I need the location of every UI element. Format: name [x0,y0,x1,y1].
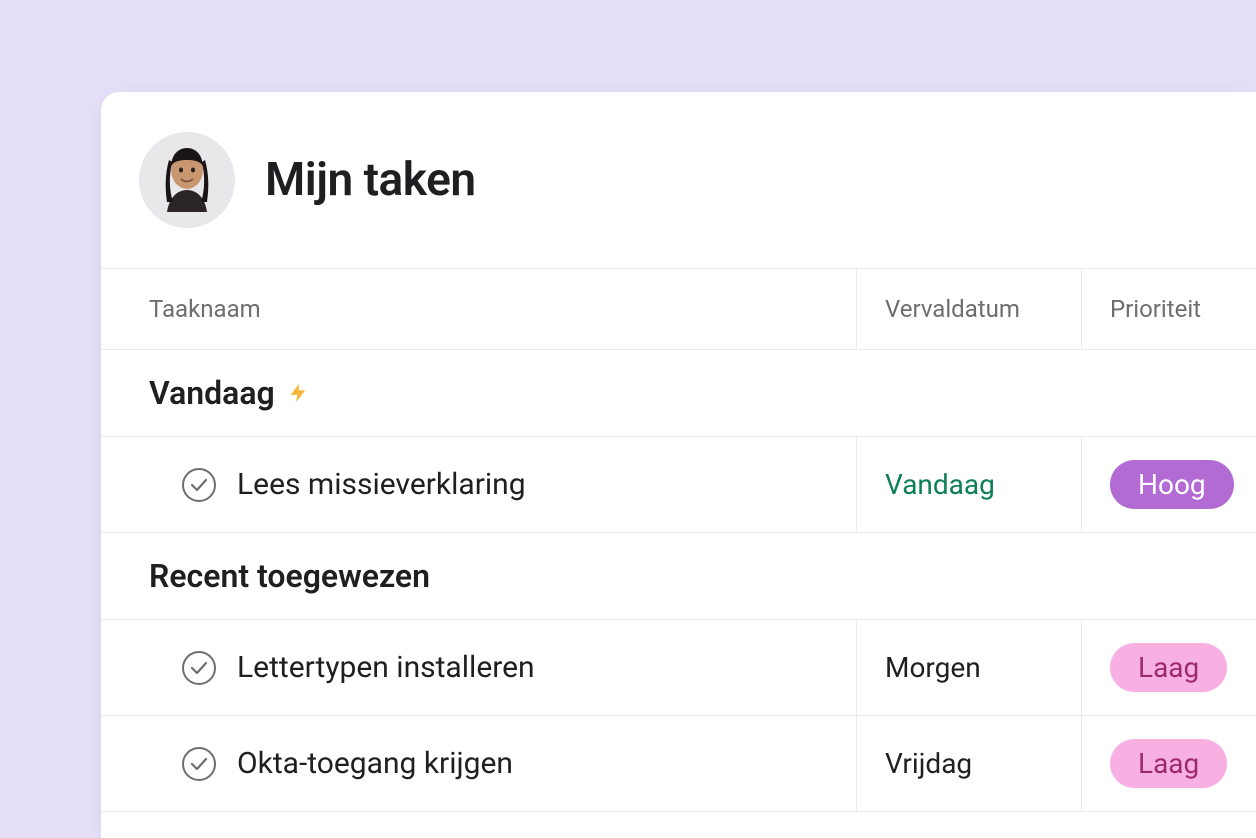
card-header: Mijn taken [101,92,1256,268]
task-name-cell: Okta-toegang krijgen [101,716,857,811]
sections-container: Vandaag Lees missieverklaring Vandaag Hoog… [101,350,1256,812]
task-due-cell[interactable]: Morgen [857,620,1082,715]
task-due: Vrijdag [885,747,972,780]
task-due: Vandaag [885,468,995,501]
bolt-icon [287,380,309,406]
page-title: Mijn taken [265,153,476,207]
section-label: Recent toegewezen [149,557,430,595]
task-name: Lettertypen installeren [237,650,535,685]
task-name: Okta-toegang krijgen [237,746,513,781]
avatar[interactable] [139,132,235,228]
task-row[interactable]: Lees missieverklaring Vandaag Hoog [101,437,1256,533]
task-priority-cell[interactable]: Laag [1082,620,1256,715]
task-due: Morgen [885,651,981,684]
check-circle-icon[interactable] [181,746,217,782]
priority-pill: Laag [1110,739,1227,789]
task-row[interactable]: Lettertypen installeren Morgen Laag [101,620,1256,716]
avatar-image [139,132,235,228]
task-row[interactable]: Okta-toegang krijgen Vrijdag Laag [101,716,1256,812]
column-headers: Taaknaam Vervaldatum Prioriteit [101,268,1256,350]
column-header-name[interactable]: Taaknaam [101,269,857,349]
check-circle-icon[interactable] [181,467,217,503]
task-name: Lees missieverklaring [237,467,526,502]
task-due-cell[interactable]: Vandaag [857,437,1082,532]
priority-pill: Laag [1110,643,1227,693]
task-priority-cell[interactable]: Laag [1082,716,1256,811]
check-circle-icon[interactable] [181,650,217,686]
task-name-cell: Lees missieverklaring [101,437,857,532]
column-header-priority[interactable]: Prioriteit [1082,269,1256,349]
priority-pill: Hoog [1110,460,1234,510]
column-header-due[interactable]: Vervaldatum [857,269,1082,349]
section-header[interactable]: Vandaag [101,350,1256,437]
section-label: Vandaag [149,374,275,412]
task-name-cell: Lettertypen installeren [101,620,857,715]
section-header[interactable]: Recent toegewezen [101,533,1256,620]
tasks-card: Mijn taken Taaknaam Vervaldatum Priorite… [101,92,1256,838]
task-due-cell[interactable]: Vrijdag [857,716,1082,811]
task-priority-cell[interactable]: Hoog [1082,437,1256,532]
